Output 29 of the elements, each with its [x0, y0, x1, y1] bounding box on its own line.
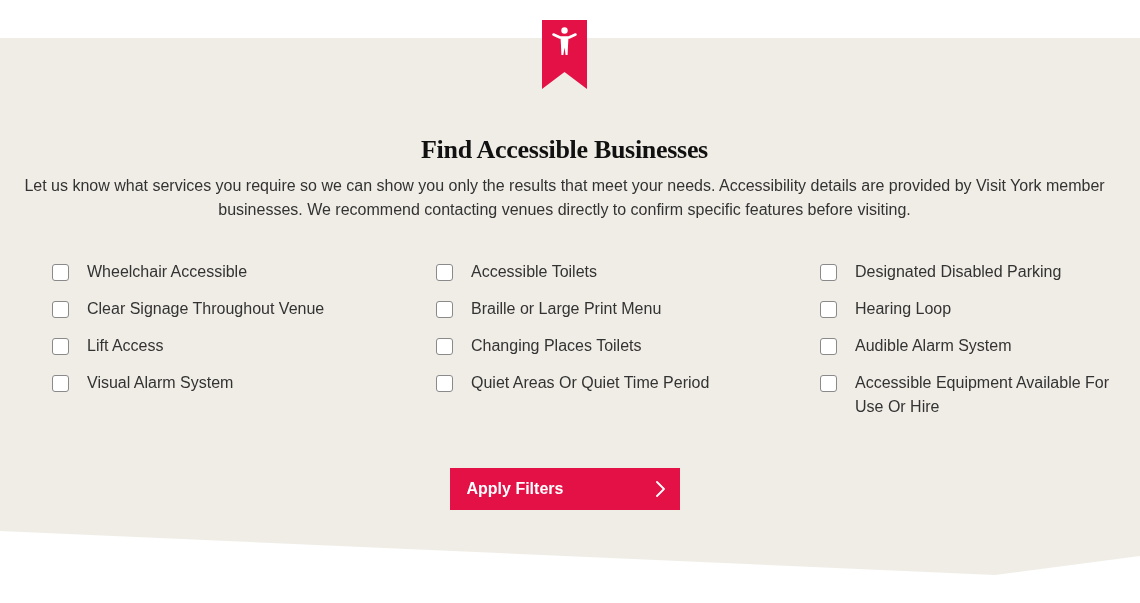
checkbox[interactable]	[820, 338, 837, 355]
checkbox[interactable]	[52, 301, 69, 318]
option-label[interactable]: Visual Alarm System	[87, 371, 234, 395]
person-ribbon-icon	[542, 20, 587, 89]
option-label[interactable]: Changing Places Toilets	[471, 334, 642, 358]
heading: Find Accessible Businesses	[421, 135, 708, 165]
checkbox[interactable]	[436, 375, 453, 392]
option-label[interactable]: Clear Signage Throughout Venue	[87, 297, 325, 321]
checkbox[interactable]	[436, 301, 453, 318]
option-label[interactable]: Accessible Toilets	[471, 260, 597, 284]
checkbox[interactable]	[436, 264, 453, 281]
description: Let us know what services you require so we can show you only the results that meet your needs. Accessibility details are provided by Visit York member businesses. We recommend contacting venues directly to confirm specific features before visiting.	[23, 176, 1106, 220]
option-label[interactable]: Braille or Large Print Menu	[471, 297, 662, 321]
option-label[interactable]: Quiet Areas Or Quiet Time Period	[471, 371, 710, 395]
checkbox[interactable]	[820, 264, 837, 281]
checkbox[interactable]	[820, 301, 837, 318]
checkbox[interactable]	[52, 338, 69, 355]
option-label[interactable]: Lift Access	[87, 334, 164, 358]
option-label[interactable]: Accessible Equipment Available For Use Or Hire	[855, 371, 1115, 419]
checkbox[interactable]	[820, 375, 837, 392]
checkbox[interactable]	[52, 375, 69, 392]
option-label[interactable]: Hearing Loop	[855, 297, 952, 321]
option-label[interactable]: Designated Disabled Parking	[855, 260, 1062, 284]
checkbox[interactable]	[52, 264, 69, 281]
option-label[interactable]: Audible Alarm System	[855, 334, 1012, 358]
chevron-right-icon	[655, 481, 665, 497]
apply-filters-button[interactable]: Apply Filters	[449, 468, 680, 510]
checkbox[interactable]	[436, 338, 453, 355]
option-label[interactable]: Wheelchair Accessible	[87, 260, 248, 284]
